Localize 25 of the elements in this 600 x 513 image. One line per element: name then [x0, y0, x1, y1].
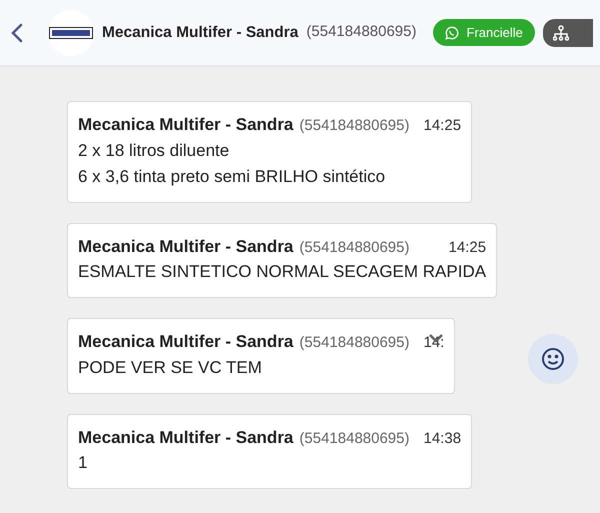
sender-name: Mecanica Multifer - Sandra	[78, 114, 294, 136]
message-time: 14:25	[448, 238, 486, 258]
message-text: 1	[78, 452, 88, 474]
agent-button[interactable]: Francielle	[432, 18, 535, 46]
smiley-icon	[541, 347, 565, 371]
sender-phone: (554184880695)	[299, 116, 410, 136]
sender-name: Mecanica Multifer - Sandra	[78, 236, 294, 258]
hierarchy-icon	[552, 24, 569, 40]
whatsapp-icon	[444, 26, 458, 40]
message-text: 6 x 3,6 tinta preto semi BRILHO sintético	[78, 166, 386, 188]
contact-phone: (554184880695)	[306, 22, 416, 42]
sender-name: Mecanica Multifer - Sandra	[78, 426, 294, 448]
sender-phone: (554184880695)	[299, 428, 410, 448]
back-icon[interactable]	[10, 22, 24, 44]
sender-phone: (554184880695)	[299, 238, 410, 258]
flow-button[interactable]	[542, 18, 593, 46]
contact-name: Mecanica Multifer - Sandra	[102, 22, 298, 43]
message-text: ESMALTE SINTETICO NORMAL SECAGEM RAPIDA	[78, 261, 486, 283]
sender-phone: (554184880695)	[299, 333, 410, 353]
sender-name: Mecanica Multifer - Sandra	[78, 331, 294, 353]
message-text: 2 x 18 litros diluente	[78, 140, 230, 162]
message-time: 14:25	[424, 116, 462, 136]
message-time: 14:38	[424, 428, 462, 448]
emoji-button[interactable]	[528, 334, 578, 384]
message-text: PODE VER SE VC TEM	[78, 356, 263, 378]
